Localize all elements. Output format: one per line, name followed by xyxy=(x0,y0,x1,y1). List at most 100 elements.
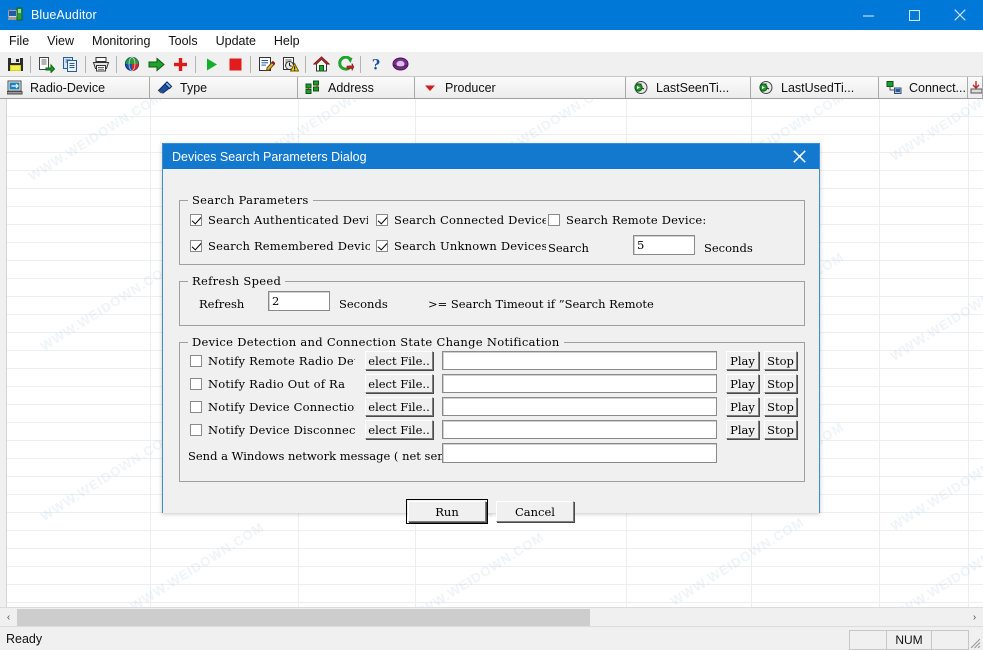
net-send-input[interactable] xyxy=(442,443,717,463)
scroll-right-arrow-icon[interactable]: › xyxy=(966,609,983,626)
checkbox-box[interactable] xyxy=(190,214,202,226)
checkbox-notify-device-connection[interactable]: Notify Device Connection xyxy=(190,400,355,414)
run-button[interactable]: Run xyxy=(406,499,488,524)
select-file-button-3[interactable]: elect File.. xyxy=(365,397,433,416)
refresh-label: Refresh xyxy=(199,297,245,311)
red-plus-icon[interactable] xyxy=(168,53,192,76)
scroll-left-arrow-icon[interactable]: ‹ xyxy=(0,609,17,626)
close-button[interactable] xyxy=(937,0,983,30)
stop-button-3[interactable]: Stop xyxy=(764,397,797,416)
dialog-close-button[interactable] xyxy=(779,144,819,169)
column-header-label: LastUsedTi... xyxy=(781,80,855,95)
copy-button[interactable] xyxy=(58,53,82,76)
list-row[interactable] xyxy=(0,531,983,549)
scrollbar-track[interactable] xyxy=(17,608,966,626)
list-row[interactable] xyxy=(0,567,983,585)
green-arrow-right-icon[interactable] xyxy=(144,53,168,76)
column-header-address[interactable]: Address xyxy=(298,77,415,98)
column-header-label: Address xyxy=(328,80,374,95)
status-pane-num: NUM xyxy=(886,630,931,650)
select-file-button-2[interactable]: elect File.. xyxy=(365,374,433,393)
search-timeout-input[interactable]: 5 xyxy=(633,235,695,255)
status-message: Ready xyxy=(6,631,43,646)
stop-button-1[interactable]: Stop xyxy=(764,351,797,370)
list-row[interactable] xyxy=(0,99,983,117)
stop-button-4[interactable]: Stop xyxy=(764,420,797,439)
purple-book-icon[interactable] xyxy=(388,53,412,76)
sound-file-input-1[interactable] xyxy=(442,351,717,370)
menu-item-tools[interactable]: Tools xyxy=(159,31,206,51)
sound-file-input-4[interactable] xyxy=(442,420,717,439)
play-button-4[interactable]: Play xyxy=(726,420,759,439)
column-header-last-seen-time[interactable]: LastSeenTi... xyxy=(626,77,751,98)
green-refresh-icon[interactable] xyxy=(333,53,357,76)
clock-warning-icon[interactable] xyxy=(278,53,302,76)
question-mark-icon[interactable]: ? xyxy=(364,53,388,76)
column-header-extra[interactable] xyxy=(968,77,983,98)
play-button-1[interactable]: Play xyxy=(726,351,759,370)
checkbox-box[interactable] xyxy=(376,214,388,226)
checkbox-box[interactable] xyxy=(190,355,202,367)
checkbox-search-connected-device[interactable]: Search Connected Device xyxy=(376,213,546,227)
checkbox-box[interactable] xyxy=(190,401,202,413)
list-column-separator xyxy=(150,99,151,607)
menu-item-view[interactable]: View xyxy=(38,31,83,51)
scrollbar-thumb[interactable] xyxy=(17,608,590,626)
checkbox-search-remote-device[interactable]: Search Remote Device: xyxy=(548,213,748,227)
column-header-type[interactable]: Type xyxy=(150,77,298,98)
checkbox-box[interactable] xyxy=(190,240,202,252)
bluetooth-device-icon xyxy=(7,7,24,23)
column-header-connected[interactable]: Connect... xyxy=(879,77,968,98)
note-pencil-icon[interactable] xyxy=(254,53,278,76)
red-stop-icon[interactable] xyxy=(223,53,247,76)
checkbox-box[interactable] xyxy=(376,240,388,252)
minimize-button[interactable] xyxy=(845,0,891,30)
select-file-button-1[interactable]: elect File.. xyxy=(365,351,433,370)
address-tree-icon xyxy=(305,80,321,95)
checkbox-box[interactable] xyxy=(190,378,202,390)
stop-button-2[interactable]: Stop xyxy=(764,374,797,393)
play-button-3[interactable]: Play xyxy=(726,397,759,416)
list-row[interactable] xyxy=(0,117,983,135)
checkbox-notify-device-disconnect[interactable]: Notify Device Disconnect xyxy=(190,423,355,437)
maximize-button[interactable] xyxy=(891,0,937,30)
list-left-gutter xyxy=(0,99,7,607)
cancel-button[interactable]: Cancel xyxy=(496,501,574,522)
checkbox-search-remembered-devices[interactable]: Search Remembered Devices xyxy=(190,239,370,253)
menu-item-update[interactable]: Update xyxy=(207,31,265,51)
globe-icon[interactable] xyxy=(120,53,144,76)
checkbox-search-unknown-devices[interactable]: Search Unknown Devices xyxy=(376,239,546,253)
column-header-radio-device[interactable]: Radio-Device xyxy=(0,77,150,98)
save-button[interactable] xyxy=(3,53,27,76)
export-button[interactable] xyxy=(34,53,58,76)
green-play-icon[interactable] xyxy=(199,53,223,76)
menu-item-file[interactable]: File xyxy=(0,31,38,51)
refresh-interval-input[interactable]: 2 xyxy=(268,291,330,311)
toolbar-separator xyxy=(85,55,86,73)
checkbox-search-authenticated-devices[interactable]: Search Authenticated Devi▸ xyxy=(190,213,368,227)
column-header-producer[interactable]: Producer xyxy=(415,77,626,98)
list-row[interactable] xyxy=(0,585,983,603)
menu-item-monitoring[interactable]: Monitoring xyxy=(83,31,159,51)
home-icon[interactable] xyxy=(309,53,333,76)
refresh-speed-group: Refresh Speed Refresh 2 Seconds >= Searc… xyxy=(179,274,805,326)
horizontal-scrollbar[interactable]: ‹ › xyxy=(0,607,983,626)
checkbox-box[interactable] xyxy=(548,214,560,226)
notification-group: Device Detection and Connection State Ch… xyxy=(179,335,805,482)
status-indicators: NUM xyxy=(849,630,969,650)
checkbox-notify-remote-radio-detected[interactable]: Notify Remote Radio Detect xyxy=(190,354,355,368)
resize-grip-icon[interactable] xyxy=(969,636,981,649)
play-button-2[interactable]: Play xyxy=(726,374,759,393)
menu-item-help[interactable]: Help xyxy=(265,31,309,51)
column-header-label: Producer xyxy=(445,80,496,95)
print-button[interactable] xyxy=(89,53,113,76)
sound-file-input-3[interactable] xyxy=(442,397,717,416)
list-row[interactable] xyxy=(0,513,983,531)
toolbar: ? xyxy=(0,52,983,77)
column-header-last-used-time[interactable]: LastUsedTi... xyxy=(751,77,879,98)
select-file-button-4[interactable]: elect File.. xyxy=(365,420,433,439)
list-row[interactable] xyxy=(0,549,983,567)
checkbox-notify-radio-out-of-range[interactable]: Notify Radio Out of Ra xyxy=(190,377,355,391)
sound-file-input-2[interactable] xyxy=(442,374,717,393)
checkbox-box[interactable] xyxy=(190,424,202,436)
